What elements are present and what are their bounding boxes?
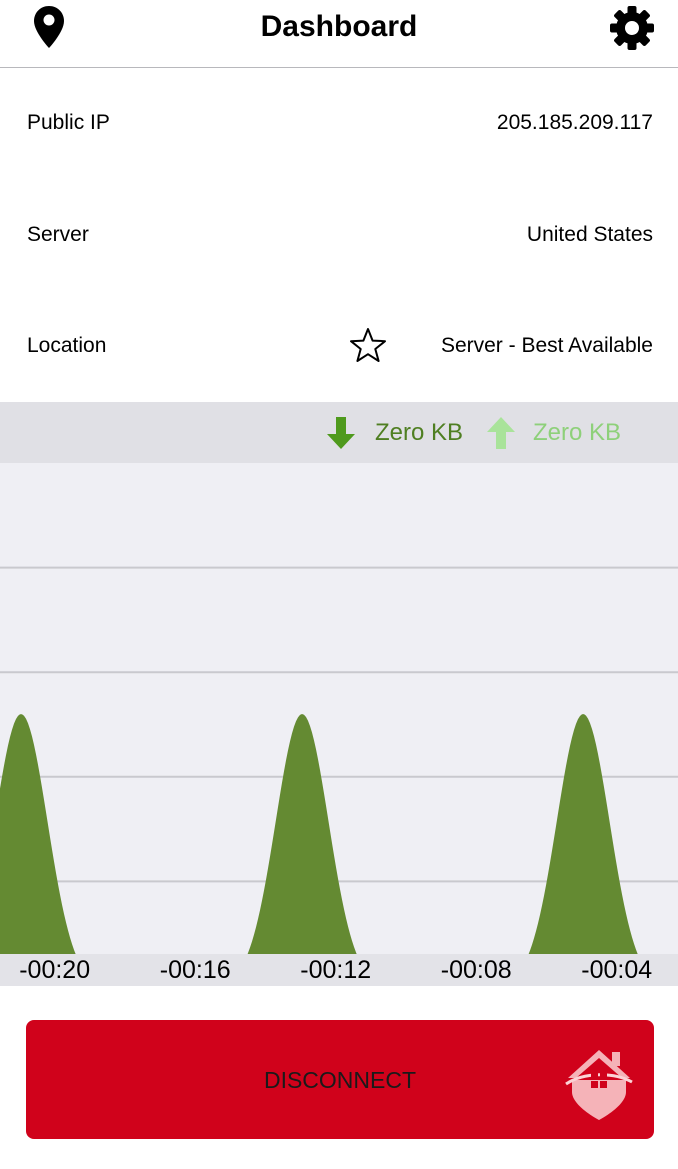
location-label: Location [27,334,107,357]
traffic-series-area [0,714,678,986]
disconnect-button[interactable]: DISCONNECT [26,1020,654,1139]
location-value[interactable]: Server - Best Available [441,334,653,358]
server-row[interactable]: Server United States [0,215,678,255]
x-tick-label: -00:16 [159,956,231,984]
arrow-up-icon [487,417,515,449]
public-ip-label: Public IP [27,111,110,134]
download-total: Zero KB [375,419,464,446]
traffic-chart-plot [0,566,678,986]
public-ip-value: 205.185.209.117 [496,111,653,134]
location-row[interactable]: Location Server - Best Available [0,326,678,366]
house-shield-icon [565,1050,633,1120]
x-tick-label: -00:04 [581,956,653,984]
public-ip-row: Public IP 205.185.209.117 [0,103,678,143]
page-title: Dashboard [260,10,418,43]
gear-icon[interactable] [608,4,656,52]
nav-bar: Dashboard [0,0,678,68]
server-value[interactable]: United States [527,223,653,247]
x-tick-label: -00:08 [440,956,512,984]
disconnect-label: DISCONNECT [263,1067,417,1093]
traffic-chart: -00:20 -00:16 -00:12 -00:08 -00:04 [0,463,678,986]
server-label: Server [27,223,89,246]
x-tick-label: -00:12 [300,956,372,984]
arrow-down-icon [327,417,355,449]
star-outline-icon[interactable] [348,326,388,366]
traffic-summary: Zero KB Zero KB [0,402,678,463]
x-tick-label: -00:20 [19,956,91,984]
upload-total: Zero KB [533,419,622,446]
